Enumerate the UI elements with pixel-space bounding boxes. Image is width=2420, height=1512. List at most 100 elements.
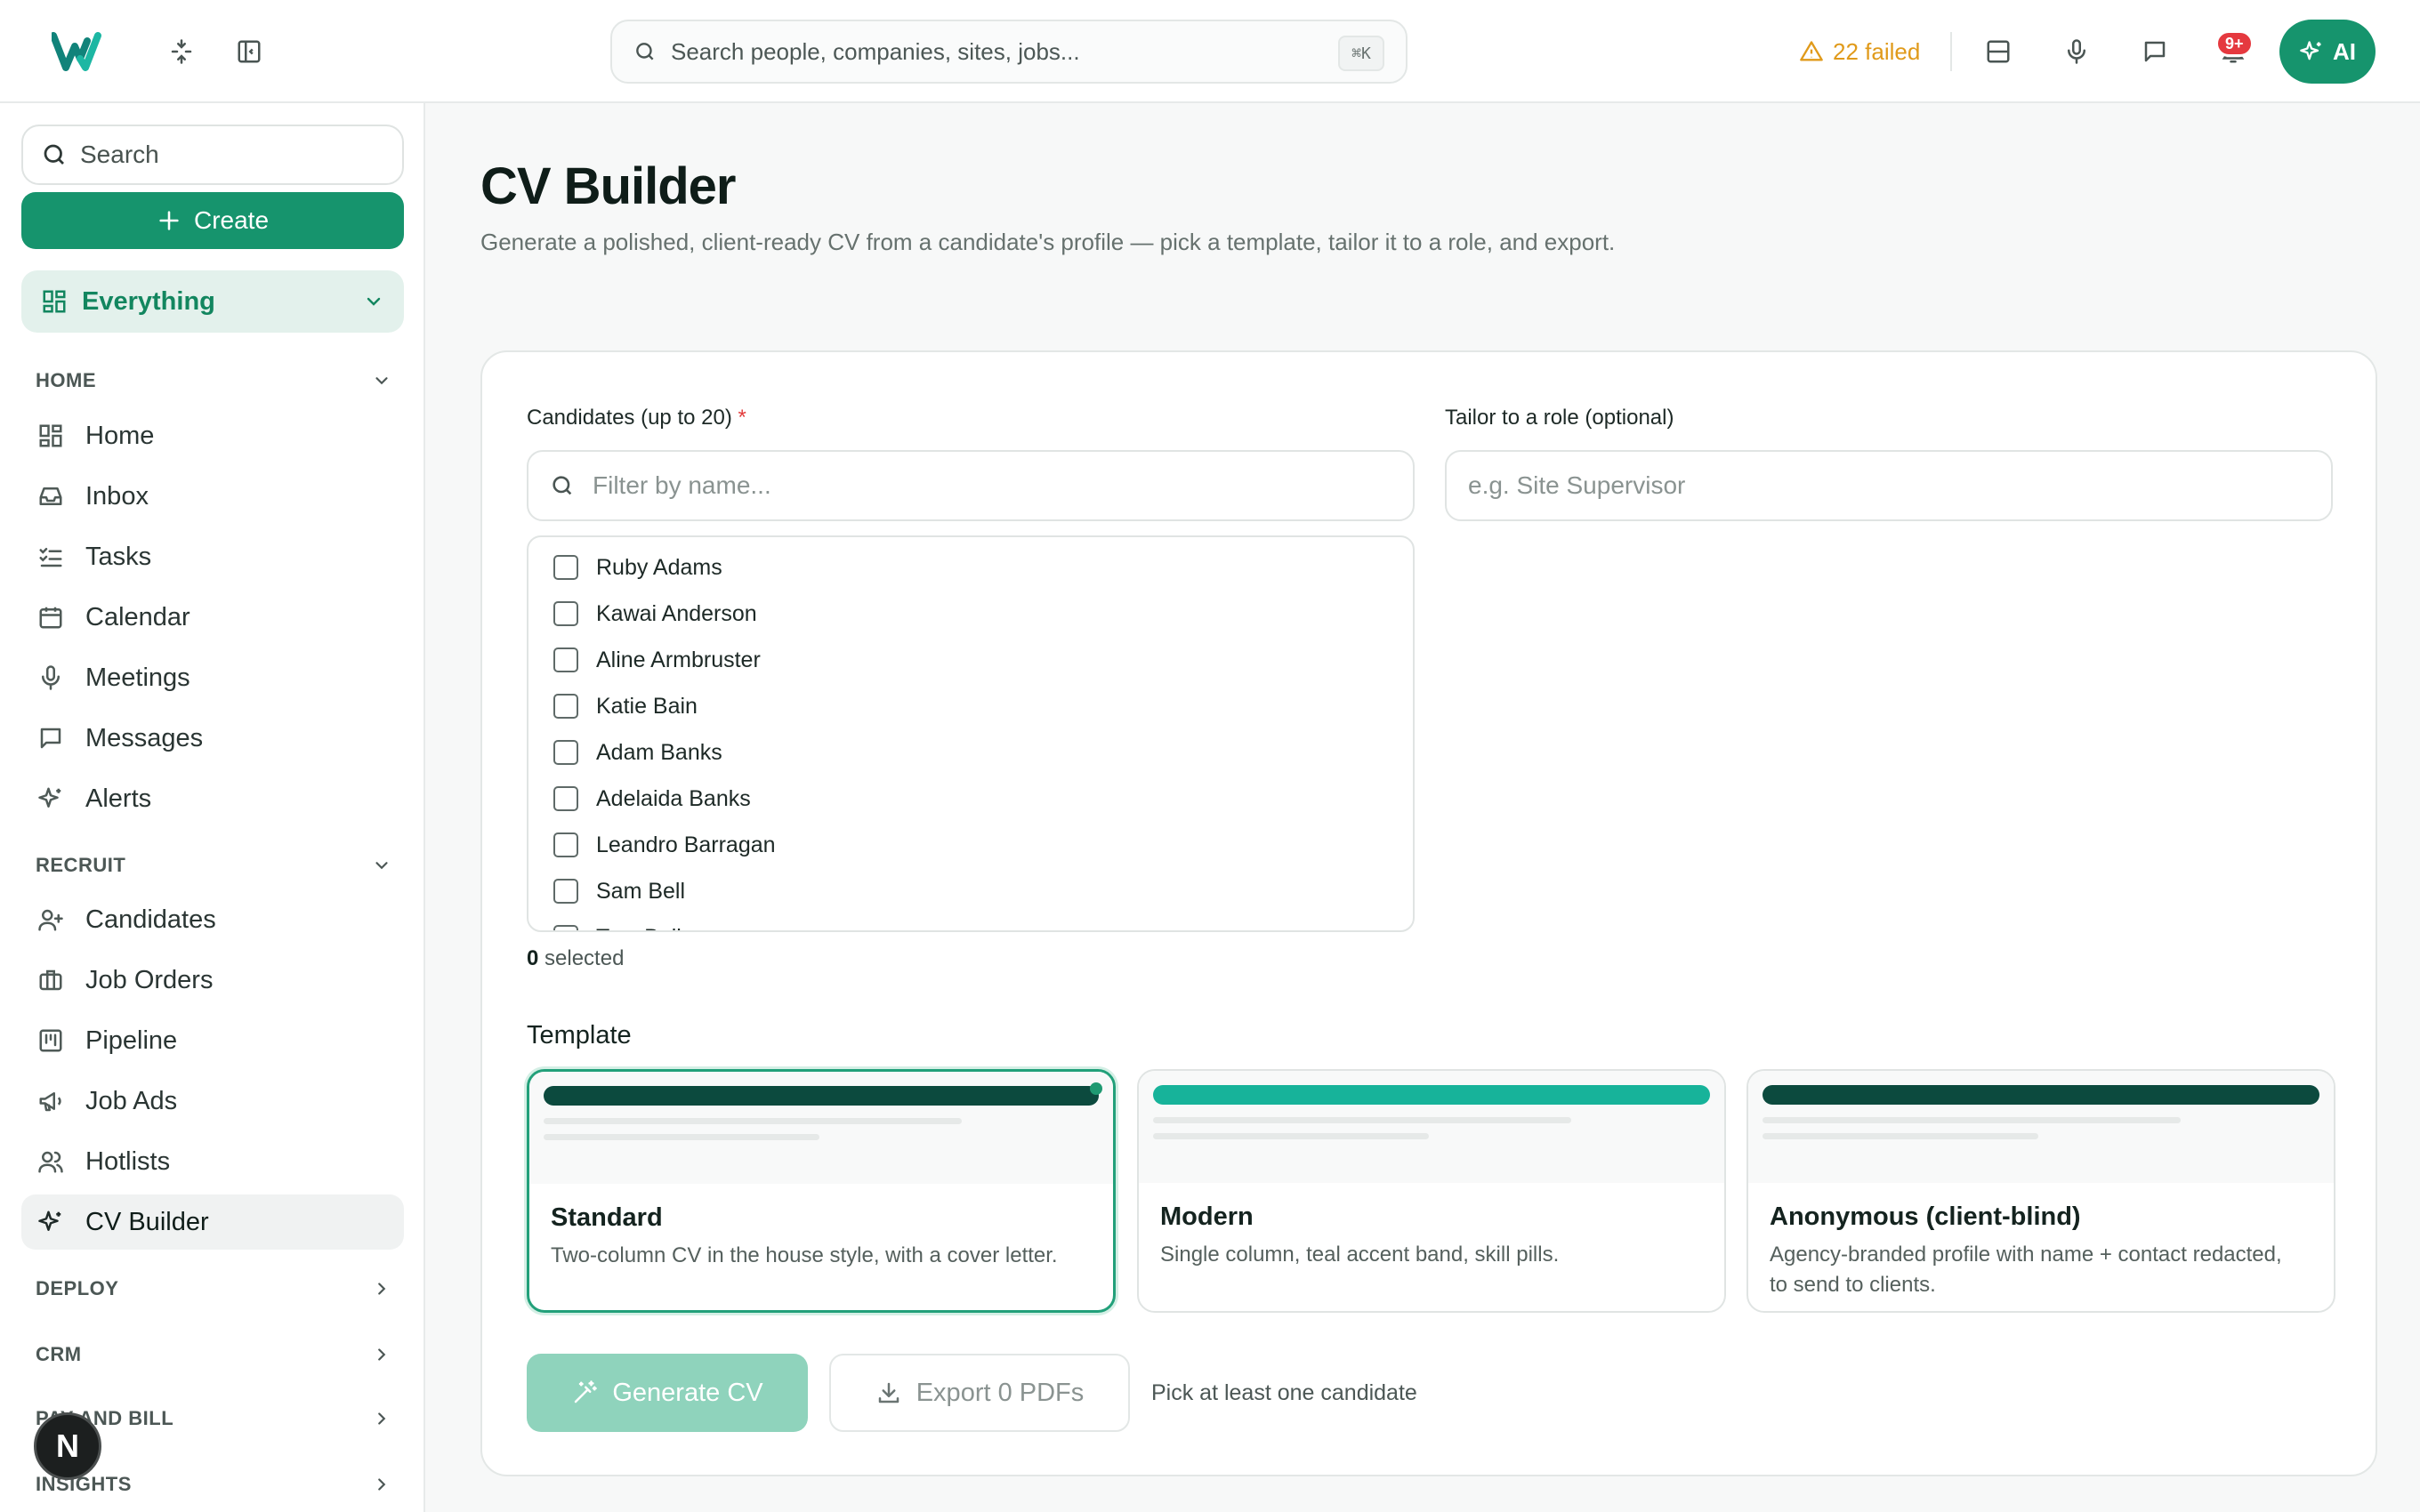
inbox-icon bbox=[36, 481, 66, 511]
sidebar-item-label: Hotlists bbox=[85, 1146, 171, 1176]
template-card-anonymous[interactable]: Anonymous (client-blind) Agency-branded … bbox=[1746, 1069, 2335, 1313]
ai-button[interactable]: AI bbox=[2279, 20, 2376, 84]
microphone-icon bbox=[36, 663, 66, 693]
download-icon bbox=[878, 1382, 899, 1403]
sidebar-item-messages[interactable]: Messages bbox=[21, 711, 404, 766]
role-input[interactable]: e.g. Site Supervisor bbox=[1445, 450, 2333, 521]
sidebar-item-label: Tasks bbox=[85, 542, 152, 571]
users-icon bbox=[36, 1146, 66, 1177]
section-insights-label: INSIGHTS bbox=[36, 1473, 132, 1495]
section-crm-label: CRM bbox=[36, 1343, 82, 1365]
template-preview-line bbox=[1763, 1117, 2181, 1123]
cv-builder-card: Candidates (up to 20) * Tailor to a role… bbox=[480, 350, 2377, 1476]
template-description: Agency-branded profile with name + conta… bbox=[1770, 1243, 2282, 1297]
candidate-row[interactable]: Leandro Barragan bbox=[553, 822, 776, 868]
template-preview-line bbox=[1153, 1117, 1571, 1123]
candidate-checkbox[interactable] bbox=[553, 879, 578, 904]
briefcase-icon bbox=[36, 965, 66, 995]
chevron-right-icon bbox=[378, 1478, 386, 1491]
template-preview bbox=[529, 1072, 1113, 1184]
candidate-row[interactable]: Katie Bain bbox=[553, 683, 698, 729]
sidebar-item-tasks[interactable]: Tasks bbox=[21, 529, 404, 584]
sidebar-item-home[interactable]: Home bbox=[21, 408, 404, 463]
candidate-checkbox[interactable] bbox=[553, 925, 578, 930]
candidate-name: Tom Bell bbox=[596, 925, 682, 931]
workspace-selector[interactable]: Everything bbox=[21, 270, 404, 333]
user-plus-icon bbox=[36, 905, 66, 935]
sparkle-icon bbox=[2300, 41, 2321, 60]
sidebar-item-candidates[interactable]: Candidates bbox=[21, 892, 404, 947]
sidebar-item-meetings[interactable]: Meetings bbox=[21, 650, 404, 705]
template-card-standard[interactable]: Standard Two-column CV in the house styl… bbox=[527, 1069, 1116, 1313]
candidate-checkbox[interactable] bbox=[553, 647, 578, 672]
candidate-checkbox[interactable] bbox=[553, 786, 578, 811]
candidate-row[interactable]: Aline Armbruster bbox=[553, 637, 761, 683]
candidate-checkbox[interactable] bbox=[553, 740, 578, 765]
candidate-name: Ruby Adams bbox=[596, 554, 722, 580]
candidate-filter-input[interactable]: Filter by name... bbox=[527, 450, 1415, 521]
create-button[interactable]: Create bbox=[21, 192, 404, 249]
sidebar-search[interactable]: Search bbox=[21, 125, 404, 185]
candidate-row[interactable]: Sam Bell bbox=[553, 868, 685, 914]
export-pdfs-button[interactable]: Export 0 PDFs bbox=[829, 1354, 1130, 1432]
sidebar-item-job-orders[interactable]: Job Orders bbox=[21, 953, 404, 1008]
required-mark: * bbox=[738, 406, 746, 430]
sidebar-toggle-icon[interactable] bbox=[231, 34, 267, 69]
chevron-right-icon bbox=[378, 1283, 386, 1295]
search-icon bbox=[44, 144, 64, 165]
dashboard-icon bbox=[36, 421, 66, 451]
candidate-filter-placeholder: Filter by name... bbox=[593, 471, 771, 499]
sidebar-search-label: Search bbox=[80, 141, 159, 168]
ai-label: AI bbox=[2333, 37, 2356, 65]
section-deploy[interactable]: DEPLOY bbox=[36, 1271, 391, 1307]
candidate-row[interactable]: Adelaida Banks bbox=[553, 776, 751, 822]
candidate-name: Adam Banks bbox=[596, 739, 722, 765]
candidate-checkbox[interactable] bbox=[553, 555, 578, 580]
role-label: Tailor to a role (optional) bbox=[1445, 406, 1674, 430]
candidate-name: Katie Bain bbox=[596, 693, 698, 719]
candidate-row[interactable]: Tom Bell bbox=[553, 914, 682, 931]
sidebar-item-inbox[interactable]: Inbox bbox=[21, 469, 404, 524]
template-card-modern[interactable]: Modern Single column, teal accent band, … bbox=[1137, 1069, 1726, 1313]
top-bar: Search people, companies, sites, jobs...… bbox=[0, 0, 2420, 103]
candidate-name: Aline Armbruster bbox=[596, 647, 761, 672]
global-search-input[interactable]: Search people, companies, sites, jobs...… bbox=[610, 20, 1408, 84]
dev-tools-avatar[interactable]: N bbox=[34, 1412, 101, 1480]
chevron-down-icon bbox=[375, 862, 388, 870]
section-home-label: HOME bbox=[36, 369, 96, 391]
candidate-list[interactable]: Ruby Adams Kawai Anderson Aline Armbrust… bbox=[527, 535, 1415, 932]
sidebar-item-cv-builder[interactable]: CV Builder bbox=[21, 1194, 404, 1250]
sidebar-item-hotlists[interactable]: Hotlists bbox=[21, 1134, 404, 1189]
candidate-checkbox[interactable] bbox=[553, 601, 578, 626]
template-name: Anonymous (client-blind) bbox=[1770, 1202, 2081, 1231]
section-home[interactable]: HOME bbox=[36, 363, 391, 398]
generate-cv-button[interactable]: Generate CV bbox=[527, 1354, 808, 1432]
template-accent-bar bbox=[544, 1086, 1099, 1106]
failed-jobs-indicator[interactable]: 22 failed bbox=[1799, 34, 1920, 69]
layout-icon[interactable] bbox=[1980, 34, 2016, 69]
candidate-checkbox[interactable] bbox=[553, 832, 578, 857]
template-heading: Template bbox=[527, 1021, 632, 1050]
chevron-right-icon bbox=[378, 1348, 386, 1361]
plus-icon bbox=[159, 211, 179, 230]
action-hint: Pick at least one candidate bbox=[1151, 1380, 1417, 1405]
collapse-icon[interactable] bbox=[164, 34, 199, 69]
candidate-row[interactable]: Kawai Anderson bbox=[553, 591, 757, 637]
candidate-row[interactable]: Adam Banks bbox=[553, 729, 722, 776]
megaphone-icon bbox=[36, 1086, 66, 1116]
section-recruit[interactable]: RECRUIT bbox=[36, 848, 391, 883]
sidebar-item-label: Meetings bbox=[85, 663, 190, 692]
sidebar-item-job-ads[interactable]: Job Ads bbox=[21, 1074, 404, 1129]
chevron-right-icon bbox=[378, 1412, 386, 1425]
sidebar-item-alerts[interactable]: Alerts bbox=[21, 771, 404, 826]
sidebar-item-pipeline[interactable]: Pipeline bbox=[21, 1013, 404, 1068]
template-accent-bar bbox=[1153, 1085, 1710, 1105]
candidates-label: Candidates (up to 20) * bbox=[527, 406, 746, 430]
app-logo[interactable] bbox=[52, 32, 109, 71]
sidebar-item-calendar[interactable]: Calendar bbox=[21, 590, 404, 645]
candidate-checkbox[interactable] bbox=[553, 694, 578, 719]
chat-icon[interactable] bbox=[2137, 34, 2173, 69]
candidate-row[interactable]: Ruby Adams bbox=[553, 544, 722, 591]
microphone-icon[interactable] bbox=[2059, 34, 2094, 69]
section-crm[interactable]: CRM bbox=[36, 1337, 391, 1372]
